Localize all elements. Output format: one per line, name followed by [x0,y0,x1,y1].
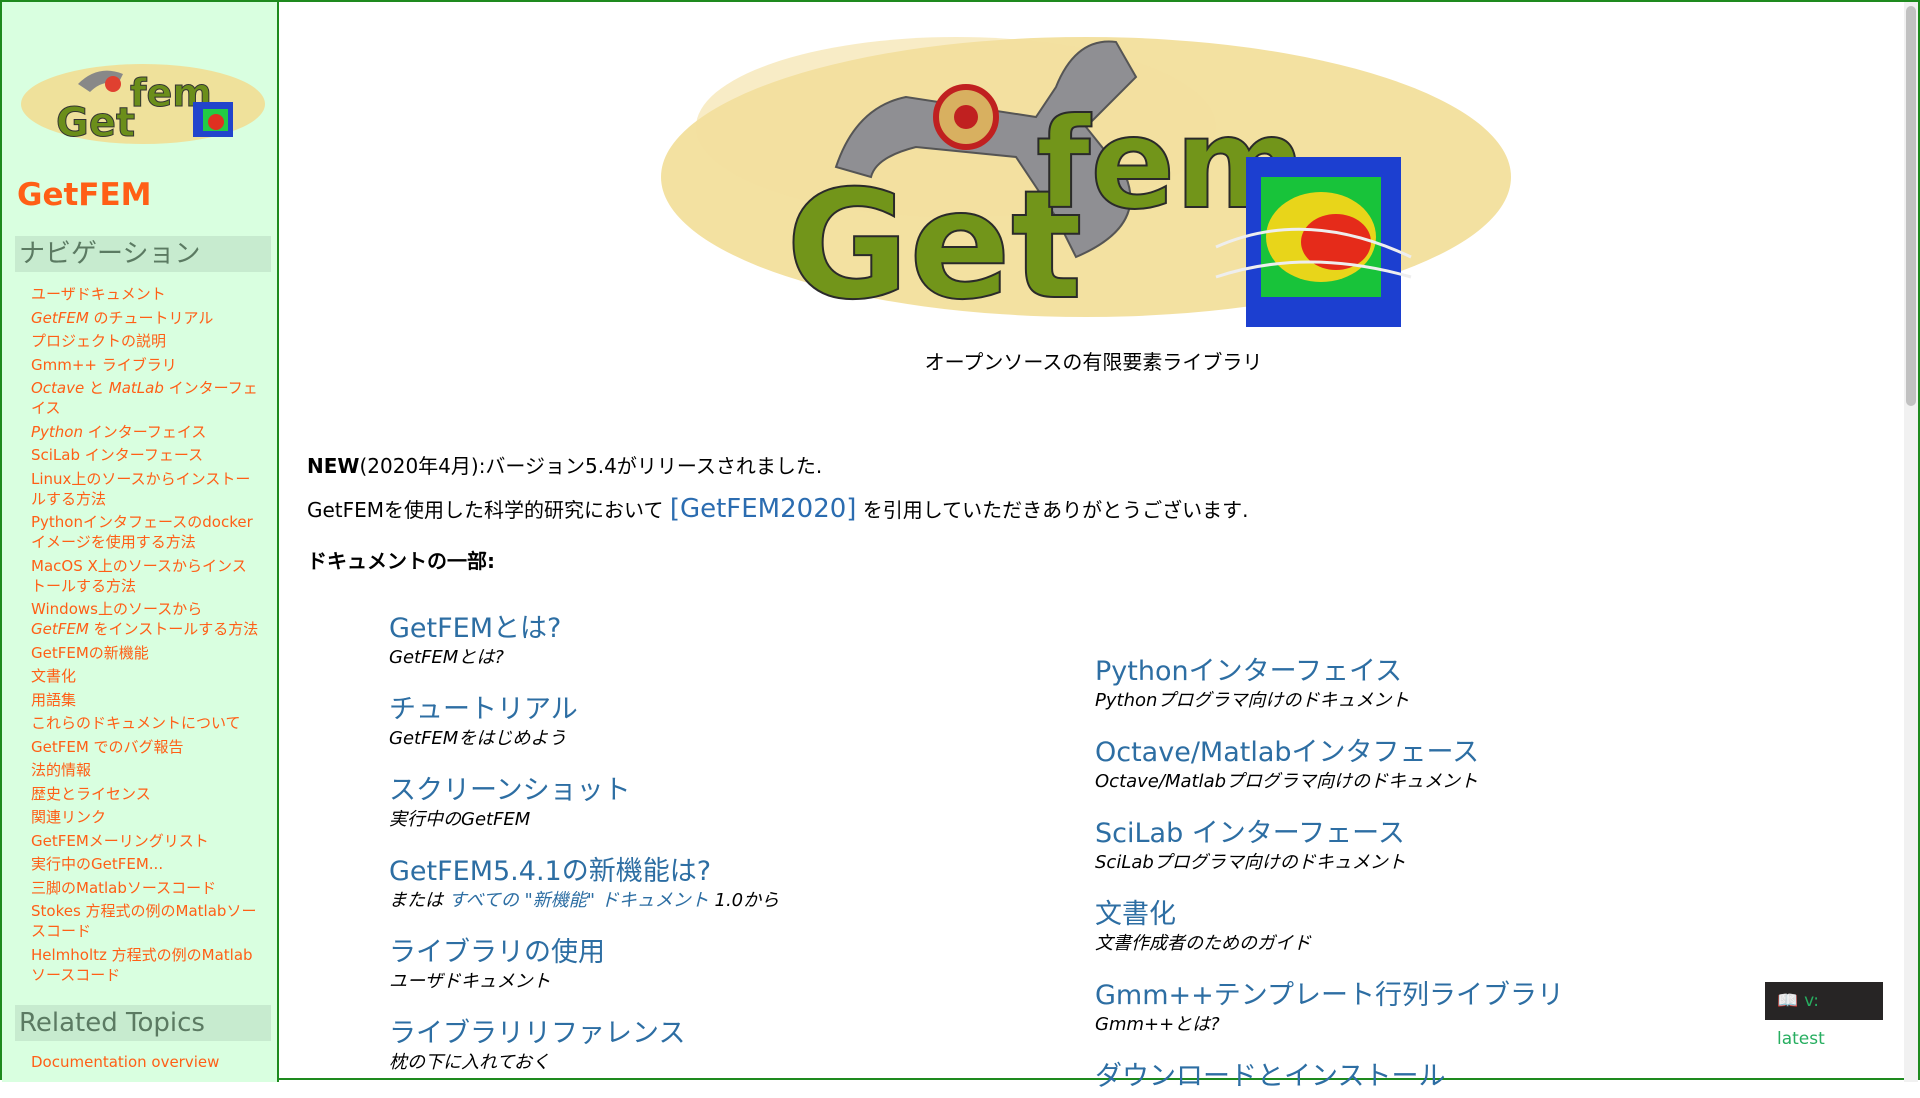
nav-item-install-macos[interactable]: MacOS X上のソースからインストールする方法 [31,556,261,596]
news-label: NEW [307,454,360,478]
doc-parts-heading: ドキュメントの一部: [307,549,495,573]
toc-desc: Octave/Matlabプログラマ向けのドキュメント [1095,771,1479,792]
nav-item-scilab-interface[interactable]: SciLab インターフェース [31,445,261,465]
news-paragraph: NEW(2020年4月):バージョン5.4がリリースされました. [307,450,822,479]
sidebar: Get fem GetFEM ナビゲーション ユーザドキュメント GetFEM … [2,2,279,1082]
toc-link-screenshots[interactable]: スクリーンショット [389,774,779,808]
nav-item-install-windows[interactable]: Windows上のソースから GetFEM をインストールする方法 [31,599,261,639]
citation-text-before: GetFEMを使用した科学的研究において [307,498,670,522]
citation-link[interactable]: [GetFEM2020] [670,494,857,524]
toc-right-column: Pythonインターフェイス Pythonプログラマ向けのドキュメント Octa… [1095,655,1564,1094]
toc-item: スクリーンショット 実行中のGetFEM [389,774,779,832]
toc-item: SciLab インターフェース SciLabプログラマ向けのドキュメント [1095,817,1564,875]
toc-left-column: GetFEMとは? GetFEMとは? チュートリアル GetFEMをはじめよう… [389,612,779,1098]
related-topics-heading: Related Topics [15,1005,271,1041]
logo-small-get: Get [56,100,135,146]
project-title[interactable]: GetFEM [17,177,152,213]
nav-item-install-linux[interactable]: Linux上のソースからインストールする方法 [31,469,261,509]
toc-item: ダウンロードとインストール [1095,1060,1564,1094]
nav-item-mailing-list[interactable]: GetFEMメーリングリスト [31,831,261,851]
toc-link-scilab[interactable]: SciLab インターフェース [1095,817,1564,851]
toc-item: Gmm++テンプレート行列ライブラリ Gmm++とは? [1095,979,1564,1037]
getfem-logo-small[interactable]: Get fem [18,54,268,150]
toc-link-all-whats-new[interactable]: すべての "新機能" ドキュメント [449,890,709,911]
toc-item: GetFEMとは? GetFEMとは? [389,612,779,670]
tagline: オープンソースの有限要素ライブラリ [924,350,1263,374]
toc-desc: Gmm++とは? [1095,1014,1220,1035]
toc-link-using-library[interactable]: ライブラリの使用 [389,936,779,970]
nav-item-history-license[interactable]: 歴史とライセンス [31,784,261,804]
caret-down-icon: ▼ [1828,1033,1839,1048]
nav-item-project-description[interactable]: プロジェクトの説明 [31,331,261,351]
toc-desc: GetFEMをはじめよう [389,728,567,749]
toc-link-documentation[interactable]: 文書化 [1095,898,1564,932]
toc-desc: 実行中のGetFEM [389,809,531,830]
toc-desc: GetFEMとは? [389,647,504,668]
nav-item-documentation[interactable]: 文書化 [31,666,261,686]
nav-item-stokes-matlab[interactable]: Stokes 方程式の例のMatlabソースコード [31,901,261,941]
related-item-documentation-overview[interactable]: Documentation overview [31,1052,219,1072]
nav-item-python-interface[interactable]: Python インターフェイス [31,422,261,442]
toc-link-download-install[interactable]: ダウンロードとインストール [1095,1060,1564,1094]
toc-item: Pythonインターフェイス Pythonプログラマ向けのドキュメント [1095,655,1564,713]
nav-item-octave-matlab[interactable]: Octave と MatLab インターフェイス [31,378,261,418]
nav-item-legal[interactable]: 法的情報 [31,760,261,780]
toc-desc: または すべての "新機能" ドキュメント 1.0から [389,890,780,911]
toc-item: ライブラリの使用 ユーザドキュメント [389,936,779,994]
getfem-logo: Get fem [661,37,1511,334]
nav-item-whats-new[interactable]: GetFEMの新機能 [31,643,261,663]
nav-item-running-getfem[interactable]: 実行中のGetFEM... [31,854,261,874]
nav-item-glossary[interactable]: 用語集 [31,690,261,710]
toc-desc: SciLabプログラマ向けのドキュメント [1095,852,1406,873]
nav-item-tutorial[interactable]: GetFEM のチュートリアル [31,308,261,328]
nav-item-about-docs[interactable]: これらのドキュメントについて [31,713,261,733]
toc-desc: 文書作成者のためのガイド [1095,933,1311,954]
nav-item-related-links[interactable]: 関連リンク [31,807,261,827]
book-icon: 📖 [1777,991,1799,1011]
toc-item: チュートリアル GetFEMをはじめよう [389,693,779,751]
nav-item-tripod-matlab[interactable]: 三脚のMatlabソースコード [31,878,261,898]
scrollbar-thumb[interactable] [1906,6,1916,406]
vertical-scrollbar[interactable] [1904,2,1918,1082]
toc-link-whats-new[interactable]: GetFEM5.4.1の新機能は? [389,855,779,889]
toc-item: ライブラリリファレンス 枕の下に入れておく [389,1017,779,1075]
toc-link-gmm[interactable]: Gmm++テンプレート行列ライブラリ [1095,979,1564,1013]
toc-link-tutorial[interactable]: チュートリアル [389,693,779,727]
toc-link-what-is-getfem[interactable]: GetFEMとは? [389,612,779,646]
news-text: (2020年4月):バージョン5.4がリリースされました. [359,454,823,478]
toc-desc: ユーザドキュメント [389,971,551,992]
nav-item-gmm-library[interactable]: Gmm++ ライブラリ [31,355,261,375]
main-content: Get fem オープンソースの有限要素ライブラリ NEW(2020年4月):バ… [281,2,1906,1092]
toc-desc: Pythonプログラマ向けのドキュメント [1095,690,1410,711]
related-topics-list: Documentation overview [31,1052,219,1072]
nav-item-user-docs[interactable]: ユーザドキュメント [31,284,261,304]
citation-text-after: を引用していただきありがとうございます. [856,498,1249,522]
navigation-list: ユーザドキュメント GetFEM のチュートリアル プロジェクトの説明 Gmm+… [31,284,261,988]
navigation-heading: ナビゲーション [15,236,271,272]
toc-desc: 枕の下に入れておく [389,1052,550,1073]
version-selector[interactable]: 📖 v: latest ▼ [1765,982,1883,1049]
toc-link-library-reference[interactable]: ライブラリリファレンス [389,1017,779,1051]
toc-item: GetFEM5.4.1の新機能は? または すべての "新機能" ドキュメント … [389,855,779,913]
toc-item: Octave/Matlabインタフェース Octave/Matlabプログラマ向… [1095,736,1564,794]
nav-item-python-docker[interactable]: Pythonインタフェースのdockerイメージを使用する方法 [31,512,261,552]
nav-item-bug-report[interactable]: GetFEM でのバグ報告 [31,737,261,757]
toc-item: 文書化 文書作成者のためのガイド [1095,898,1564,956]
toc-link-python-interface[interactable]: Pythonインターフェイス [1095,655,1564,689]
toc-link-octave-matlab[interactable]: Octave/Matlabインタフェース [1095,736,1564,770]
nav-item-helmholtz-matlab[interactable]: Helmholtz 方程式の例のMatlabソースコード [31,945,261,985]
citation-paragraph: GetFEMを使用した科学的研究において [GetFEM2020] を引用してい… [307,494,1249,524]
